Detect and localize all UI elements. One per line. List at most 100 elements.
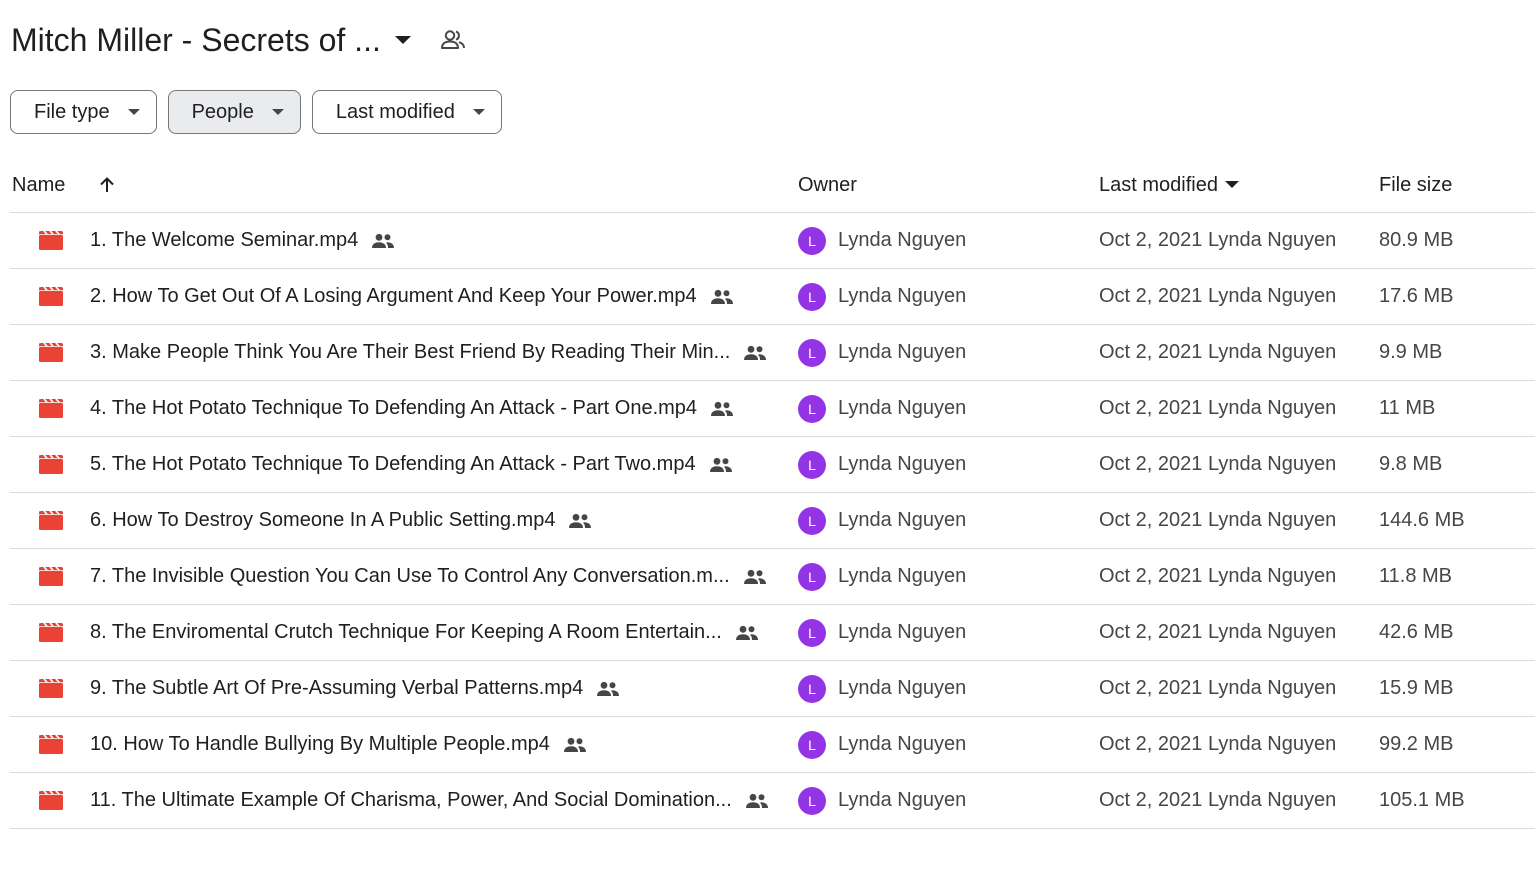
- file-name: 7. The Invisible Question You Can Use To…: [90, 565, 730, 587]
- file-row[interactable]: 3. Make People Think You Are Their Best …: [10, 325, 1535, 381]
- owner-column-label: Owner: [798, 173, 857, 196]
- arrow-drop-down-icon[interactable]: [389, 26, 417, 54]
- file-size-cell: 11 MB: [1379, 397, 1436, 419]
- file-size-cell: 80.9 MB: [1379, 229, 1454, 251]
- owner-cell: L Lynda Nguyen: [798, 493, 966, 548]
- file-size-cell: 15.9 MB: [1379, 677, 1454, 699]
- last-modified-cell: Oct 2, 2021 Lynda Nguyen: [1099, 229, 1337, 251]
- owner-name: Lynda Nguyen: [838, 621, 967, 643]
- owner-cell: L Lynda Nguyen: [798, 213, 966, 268]
- avatar[interactable]: L: [798, 506, 826, 535]
- owner-cell: L Lynda Nguyen: [798, 381, 966, 436]
- owner-name: Lynda Nguyen: [838, 397, 967, 419]
- file-row[interactable]: 6. How To Destroy Someone In A Public Se…: [10, 493, 1535, 549]
- video-file-icon: [38, 717, 64, 772]
- file-row[interactable]: 11. The Ultimate Example Of Charisma, Po…: [10, 773, 1535, 829]
- file-name-cell[interactable]: 11. The Ultimate Example Of Charisma, Po…: [90, 773, 770, 828]
- file-name-cell[interactable]: 3. Make People Think You Are Their Best …: [90, 325, 768, 380]
- owner-column-header[interactable]: Owner: [798, 158, 857, 212]
- file-name-cell[interactable]: 2. How To Get Out Of A Losing Argument A…: [90, 269, 735, 324]
- last-modified-filter[interactable]: Last modified: [311, 90, 502, 134]
- file-row[interactable]: 10. How To Handle Bullying By Multiple P…: [10, 717, 1535, 773]
- file-name-cell[interactable]: 6. How To Destroy Someone In A Public Se…: [90, 493, 593, 548]
- owner-cell: L Lynda Nguyen: [798, 717, 966, 772]
- file-name-cell[interactable]: 7. The Invisible Question You Can Use To…: [90, 549, 768, 604]
- file-name-cell[interactable]: 10. How To Handle Bullying By Multiple P…: [90, 717, 588, 772]
- last-modified-column-header[interactable]: Last modified: [1099, 158, 1240, 212]
- file-name-cell[interactable]: 1. The Welcome Seminar.mp4: [90, 213, 396, 268]
- avatar[interactable]: L: [798, 394, 826, 423]
- file-list-header: Name Owner Last modified File size: [10, 158, 1535, 213]
- file-name: 5. The Hot Potato Technique To Defending…: [90, 453, 696, 475]
- owner-name: Lynda Nguyen: [838, 733, 967, 755]
- file-type-filter-label: File type: [34, 100, 110, 123]
- avatar[interactable]: L: [798, 674, 826, 703]
- people-icon: [562, 735, 588, 755]
- file-row[interactable]: 2. How To Get Out Of A Losing Argument A…: [10, 269, 1535, 325]
- file-list: 1. The Welcome Seminar.mp4 L Lynda Nguye…: [10, 213, 1535, 829]
- file-name-cell[interactable]: 4. The Hot Potato Technique To Defending…: [90, 381, 735, 436]
- arrow-upward-icon[interactable]: [95, 173, 119, 197]
- file-type-filter[interactable]: File type: [10, 90, 157, 134]
- avatar[interactable]: L: [798, 618, 826, 647]
- file-size-cell: 144.6 MB: [1379, 509, 1465, 531]
- video-file-icon: [38, 437, 64, 492]
- arrow-drop-down-icon: [270, 104, 286, 120]
- file-size-cell: 105.1 MB: [1379, 789, 1465, 811]
- last-modified-cell: Oct 2, 2021 Lynda Nguyen: [1099, 397, 1337, 419]
- avatar[interactable]: L: [798, 338, 826, 367]
- file-row[interactable]: 1. The Welcome Seminar.mp4 L Lynda Nguye…: [10, 213, 1535, 269]
- file-name: 10. How To Handle Bullying By Multiple P…: [90, 733, 550, 755]
- file-name: 8. The Enviromental Crutch Technique For…: [90, 621, 722, 643]
- file-name: 1. The Welcome Seminar.mp4: [90, 229, 359, 251]
- people-icon: [742, 343, 768, 363]
- video-file-icon: [38, 269, 64, 324]
- video-file-icon: [38, 605, 64, 660]
- people-outline-icon: [439, 26, 467, 54]
- file-name: 2. How To Get Out Of A Losing Argument A…: [90, 285, 697, 307]
- owner-name: Lynda Nguyen: [838, 677, 967, 699]
- file-row[interactable]: 5. The Hot Potato Technique To Defending…: [10, 437, 1535, 493]
- file-size-cell: 9.9 MB: [1379, 341, 1443, 363]
- file-row[interactable]: 8. The Enviromental Crutch Technique For…: [10, 605, 1535, 661]
- avatar[interactable]: L: [798, 786, 826, 815]
- owner-name: Lynda Nguyen: [838, 285, 967, 307]
- people-filter-label: People: [191, 100, 254, 123]
- last-modified-cell: Oct 2, 2021 Lynda Nguyen: [1099, 621, 1337, 643]
- video-file-icon: [38, 493, 64, 548]
- people-icon: [370, 231, 396, 251]
- video-file-icon: [38, 549, 64, 604]
- file-size-cell: 99.2 MB: [1379, 733, 1454, 755]
- arrow-drop-down-icon[interactable]: [1224, 177, 1240, 193]
- people-icon: [742, 567, 768, 587]
- file-name: 9. The Subtle Art Of Pre-Assuming Verbal…: [90, 677, 584, 699]
- file-name-cell[interactable]: 8. The Enviromental Crutch Technique For…: [90, 605, 760, 660]
- last-modified-cell: Oct 2, 2021 Lynda Nguyen: [1099, 565, 1337, 587]
- last-modified-column-label: Last modified: [1099, 173, 1218, 196]
- owner-cell: L Lynda Nguyen: [798, 773, 966, 828]
- video-file-icon: [38, 213, 64, 268]
- owner-name: Lynda Nguyen: [838, 229, 967, 251]
- avatar[interactable]: L: [798, 282, 826, 311]
- file-row[interactable]: 4. The Hot Potato Technique To Defending…: [10, 381, 1535, 437]
- file-row[interactable]: 9. The Subtle Art Of Pre-Assuming Verbal…: [10, 661, 1535, 717]
- owner-name: Lynda Nguyen: [838, 341, 967, 363]
- arrow-drop-down-icon: [126, 104, 142, 120]
- name-column-header[interactable]: Name: [12, 158, 119, 212]
- file-name: 3. Make People Think You Are Their Best …: [90, 341, 731, 363]
- file-name-cell[interactable]: 5. The Hot Potato Technique To Defending…: [90, 437, 734, 492]
- people-icon: [709, 399, 735, 419]
- avatar[interactable]: L: [798, 562, 826, 591]
- file-name-cell[interactable]: 9. The Subtle Art Of Pre-Assuming Verbal…: [90, 661, 621, 716]
- file-size-column-header[interactable]: File size: [1379, 158, 1452, 212]
- folder-title[interactable]: Mitch Miller - Secrets of ...: [11, 22, 381, 59]
- last-modified-cell: Oct 2, 2021 Lynda Nguyen: [1099, 733, 1337, 755]
- file-row[interactable]: 7. The Invisible Question You Can Use To…: [10, 549, 1535, 605]
- folder-header: Mitch Miller - Secrets of ...: [11, 18, 467, 62]
- avatar[interactable]: L: [798, 226, 826, 255]
- avatar[interactable]: L: [798, 450, 826, 479]
- last-modified-cell: Oct 2, 2021 Lynda Nguyen: [1099, 789, 1337, 811]
- people-filter[interactable]: People: [167, 90, 301, 134]
- avatar[interactable]: L: [798, 730, 826, 759]
- file-name: 11. The Ultimate Example Of Charisma, Po…: [90, 789, 732, 811]
